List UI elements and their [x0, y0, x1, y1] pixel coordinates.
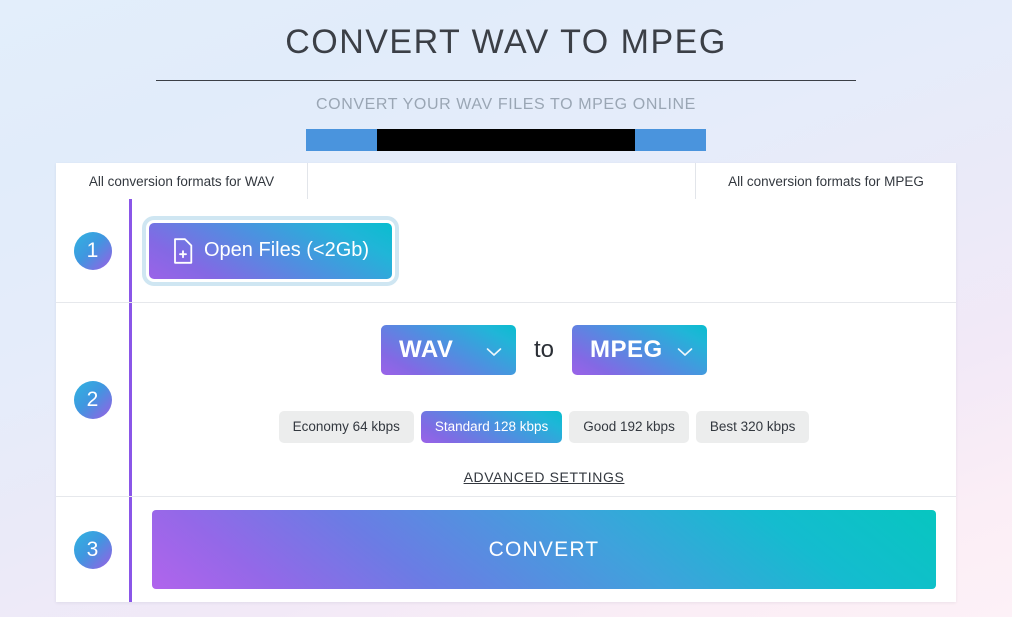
page-header: CONVERT WAV TO MPEG CONVERT YOUR WAV FIL… — [0, 0, 1012, 115]
step-3-body: CONVERT — [129, 497, 956, 602]
page-title: CONVERT WAV TO MPEG — [285, 23, 727, 61]
step-1-number-cell: 1 — [56, 199, 129, 302]
step-1-body: Open Files (<2Gb) — [129, 199, 956, 302]
step-row-2: 2 WAV to MPEG Economy 64 kbps Standard 1… — [56, 303, 956, 497]
step-2-badge: 2 — [73, 380, 112, 419]
conversion-format-tabs: All conversion formats for WAV All conve… — [56, 163, 956, 199]
converter-card: All conversion formats for WAV All conve… — [56, 163, 956, 602]
convert-label: CONVERT — [488, 537, 600, 561]
step-1-badge: 1 — [73, 231, 112, 270]
redacted-region — [377, 129, 635, 151]
quality-options: Economy 64 kbps Standard 128 kbps Good 1… — [278, 411, 810, 443]
quality-option-standard[interactable]: Standard 128 kbps — [420, 411, 563, 443]
quality-option-good[interactable]: Good 192 kbps — [569, 411, 689, 443]
tab-label-source: All conversion formats for WAV — [88, 173, 275, 189]
tab-spacer — [308, 163, 696, 199]
step-3-number-cell: 3 — [56, 497, 129, 602]
file-add-icon — [172, 237, 194, 264]
tab-label-target: All conversion formats for MPEG — [728, 173, 924, 189]
step-3-badge: 3 — [73, 530, 112, 569]
step-row-1: 1 Open Files (<2Gb) — [56, 199, 956, 303]
convert-button[interactable]: CONVERT — [152, 510, 936, 589]
page-subtitle: CONVERT YOUR WAV FILES TO MPEG ONLINE — [316, 96, 696, 113]
source-format-value: WAV — [398, 336, 454, 363]
open-files-label: Open Files (<2Gb) — [204, 239, 370, 261]
step-2-body: WAV to MPEG Economy 64 kbps Standard 128… — [129, 303, 956, 496]
ad-banner[interactable] — [306, 129, 706, 151]
tab-all-formats-target[interactable]: All conversion formats for MPEG — [696, 163, 956, 199]
open-files-button[interactable]: Open Files (<2Gb) — [141, 215, 400, 286]
source-format-dropdown[interactable]: WAV — [380, 325, 516, 375]
target-format-value: MPEG — [590, 336, 663, 363]
quality-option-economy[interactable]: Economy 64 kbps — [278, 411, 414, 443]
quality-option-best[interactable]: Best 320 kbps — [695, 411, 810, 443]
advanced-settings-link[interactable]: ADVANCED SETTINGS — [464, 469, 625, 485]
target-format-dropdown[interactable]: MPEG — [572, 325, 707, 375]
chevron-down-icon — [677, 336, 693, 364]
chevron-down-icon — [486, 336, 502, 364]
to-label: to — [533, 336, 554, 363]
title-divider — [156, 80, 856, 81]
step-2-number-cell: 2 — [56, 303, 129, 496]
tab-all-formats-source[interactable]: All conversion formats for WAV — [56, 163, 308, 199]
step-row-3: 3 CONVERT — [56, 497, 956, 602]
format-selection-row: WAV to MPEG — [380, 325, 707, 375]
banner-area — [0, 129, 1012, 151]
